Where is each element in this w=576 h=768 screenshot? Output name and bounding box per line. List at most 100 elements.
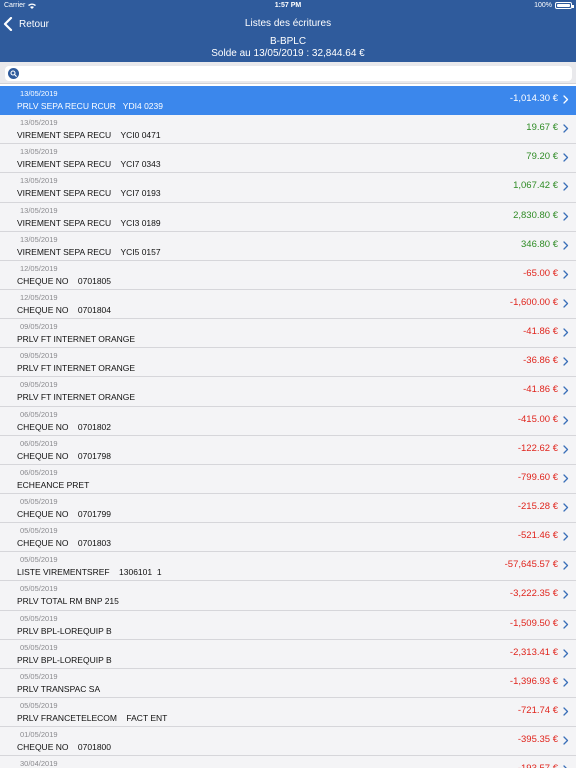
chevron-right-icon xyxy=(563,736,569,745)
entry-date: 13/05/2019 xyxy=(20,205,58,215)
list-item[interactable]: 13/05/2019 VIREMENT SEPA RECU YCI5 0157 34… xyxy=(0,231,576,261)
entry-amount: -1,509.50 € xyxy=(509,617,558,629)
entry-amount: -36.86 € xyxy=(523,355,558,367)
entry-date: 06/05/2019 xyxy=(20,438,58,448)
list-item[interactable]: 09/05/2019 PRLV FT INTERNET ORANGE -36.86 … xyxy=(0,348,576,378)
entry-date: 05/05/2019 xyxy=(20,584,58,594)
entry-label: CHEQUE NO 0701803 xyxy=(17,538,112,549)
list-item[interactable]: 12/05/2019 CHEQUE NO 0701805 -65.00 € xyxy=(0,260,576,290)
entry-amount: -41.86 € xyxy=(523,326,558,338)
list-item[interactable]: 06/05/2019 CHEQUE NO 0701798 -122.62 € xyxy=(0,435,576,465)
list-item[interactable]: 06/05/2019 ECHEANCE PRET -799.60 € xyxy=(0,464,576,494)
list-item[interactable]: 05/05/2019 PRLV BPL-LOREQUIP B -2,313.41 € xyxy=(0,639,576,669)
search-input[interactable] xyxy=(5,66,572,81)
entry-amount: -193.57 € xyxy=(518,763,558,768)
account-balance: Solde au 13/05/2019 : 32,844.64 € xyxy=(211,48,365,59)
entry-amount: 2,830.80 € xyxy=(513,209,558,221)
list-item[interactable]: 12/05/2019 CHEQUE NO 0701804 -1,600.00 € xyxy=(0,289,576,320)
entry-date: 06/05/2019 xyxy=(20,467,58,477)
entry-amount: -1,600.00 € xyxy=(509,296,558,308)
entry-label: PRLV FT INTERNET ORANGE xyxy=(17,363,136,374)
entry-date: 05/05/2019 xyxy=(20,700,58,710)
entry-label: PRLV FRANCETELECOM FACT ENT xyxy=(17,712,168,723)
search-bar xyxy=(0,62,576,84)
status-time: 1:57 PM xyxy=(274,2,302,9)
entry-label: VIREMENT SEPA RECU YCI7 0193 xyxy=(17,188,161,199)
entry-date: 05/05/2019 xyxy=(20,496,58,506)
chevron-right-icon xyxy=(563,124,569,133)
list-item[interactable]: 05/05/2019 LISTE VIREMENTSREF 1306101 1 -5… xyxy=(0,552,576,582)
entry-date: 06/05/2019 xyxy=(20,409,58,419)
list-item[interactable]: 13/05/2019 VIREMENT SEPA RECU YCI7 0193 1,… xyxy=(0,173,576,203)
page-title: Listes des écritures xyxy=(244,18,332,29)
list-item[interactable]: 05/05/2019 CHEQUE NO 0701799 -215.28 € xyxy=(0,493,576,524)
entry-label: ECHEANCE PRET xyxy=(17,479,90,490)
chevron-right-icon xyxy=(563,386,569,396)
status-right: 100% xyxy=(534,2,574,9)
list-item[interactable]: 13/05/2019 VIREMENT SEPA RECU YCI7 0343 79… xyxy=(0,144,576,174)
entry-date: 05/05/2019 xyxy=(20,671,58,681)
entries-list: 13/05/2019 PRLV SEPA RECU RCUR YDI4 0239 -… xyxy=(0,86,576,768)
entry-label: VIREMENT SEPA RECU YCI7 0343 xyxy=(17,159,161,170)
chevron-right-icon xyxy=(563,561,569,570)
list-item[interactable]: 09/05/2019 PRLV FT INTERNET ORANGE -41.86 … xyxy=(0,319,576,349)
entry-amount: -799.60 € xyxy=(517,471,558,483)
chevron-right-icon xyxy=(563,95,569,104)
entry-amount: -65.00 € xyxy=(523,267,558,279)
list-item[interactable]: 13/05/2019 VIREMENT SEPA RECU YCI3 0189 2,… xyxy=(0,202,576,232)
list-item[interactable]: 13/05/2019 PRLV SEPA RECU RCUR YDI4 0239 -… xyxy=(0,86,576,116)
entry-label: PRLV TRANSPAC SA xyxy=(17,683,101,694)
chevron-right-icon xyxy=(563,678,569,687)
entry-amount: 346.80 € xyxy=(521,238,558,250)
entry-amount: -395.35 € xyxy=(517,734,558,746)
list-item[interactable]: 05/05/2019 CHEQUE NO 0701803 -521.46 € xyxy=(0,523,576,553)
entry-date: 30/04/2019 xyxy=(20,759,58,768)
chevron-right-icon xyxy=(563,474,569,483)
entry-amount: -721.74 € xyxy=(517,704,558,716)
list-item[interactable]: 05/05/2019 PRLV FRANCETELECOM FACT ENT -72… xyxy=(0,697,576,728)
entry-label: PRLV FT INTERNET ORANGE xyxy=(17,392,136,403)
entry-date: 12/05/2019 xyxy=(20,263,58,273)
entry-amount: 1,067.42 € xyxy=(513,180,558,192)
navigation-header: Carrier 1:57 PM 100% Retour Listes des é… xyxy=(0,0,576,62)
entry-label: PRLV SEPA RECU RCUR YDI4 0239 xyxy=(17,101,163,111)
entry-label: PRLV BPL-LOREQUIP B xyxy=(17,654,112,665)
status-bar: Carrier 1:57 PM 100% xyxy=(0,0,576,12)
entry-date: 05/05/2019 xyxy=(20,526,58,536)
entry-label: LISTE VIREMENTSREF 1306101 1 xyxy=(17,567,162,578)
chevron-right-icon xyxy=(563,299,569,308)
chevron-right-icon xyxy=(563,590,569,600)
chevron-right-icon xyxy=(563,503,569,512)
entry-date: 09/05/2019 xyxy=(20,380,58,390)
chevron-right-icon xyxy=(563,153,569,162)
battery-icon xyxy=(555,2,574,9)
chevron-right-icon xyxy=(563,241,569,250)
entry-amount: 79.20 € xyxy=(526,151,558,163)
entry-date: 05/05/2019 xyxy=(20,555,58,565)
list-item[interactable]: 09/05/2019 PRLV FT INTERNET ORANGE -41.86 … xyxy=(0,377,576,407)
entry-amount: -57,645.57 € xyxy=(504,559,558,571)
chevron-right-icon xyxy=(563,328,569,337)
entry-amount: -521.46 € xyxy=(517,530,558,542)
entry-label: CHEQUE NO 0701805 xyxy=(17,275,112,286)
list-item[interactable]: 30/04/2019 -193.57 € xyxy=(0,756,576,768)
entry-amount: -122.62 € xyxy=(517,442,558,454)
chevron-right-icon xyxy=(563,415,569,425)
entry-label: PRLV BPL-LOREQUIP B xyxy=(17,625,112,636)
battery-percent: 100% xyxy=(534,2,552,9)
chevron-right-icon xyxy=(563,532,569,541)
entry-date: 05/05/2019 xyxy=(20,613,58,623)
entry-amount: -2,313.41 € xyxy=(509,646,558,658)
list-item[interactable]: 05/05/2019 PRLV TRANSPAC SA -1,396.93 € xyxy=(0,668,576,698)
entry-amount: -215.28 € xyxy=(517,500,558,512)
chevron-right-icon xyxy=(563,211,569,221)
entry-date: 01/05/2019 xyxy=(20,730,58,740)
list-item[interactable]: 13/05/2019 VIREMENT SEPA RECU YCI0 0471 19… xyxy=(0,115,576,145)
entry-label: CHEQUE NO 0701799 xyxy=(17,508,112,519)
list-item[interactable]: 05/05/2019 PRLV BPL-LOREQUIP B -1,509.50 € xyxy=(0,610,576,640)
entry-date: 13/05/2019 xyxy=(20,118,58,128)
list-item[interactable]: 06/05/2019 CHEQUE NO 0701802 -415.00 € xyxy=(0,406,576,436)
entry-label: VIREMENT SEPA RECU YCI5 0157 xyxy=(17,246,161,257)
list-item[interactable]: 01/05/2019 CHEQUE NO 0701800 -395.35 € xyxy=(0,727,576,757)
list-item[interactable]: 05/05/2019 PRLV TOTAL RM BNP 215 -3,222.35… xyxy=(0,581,576,611)
